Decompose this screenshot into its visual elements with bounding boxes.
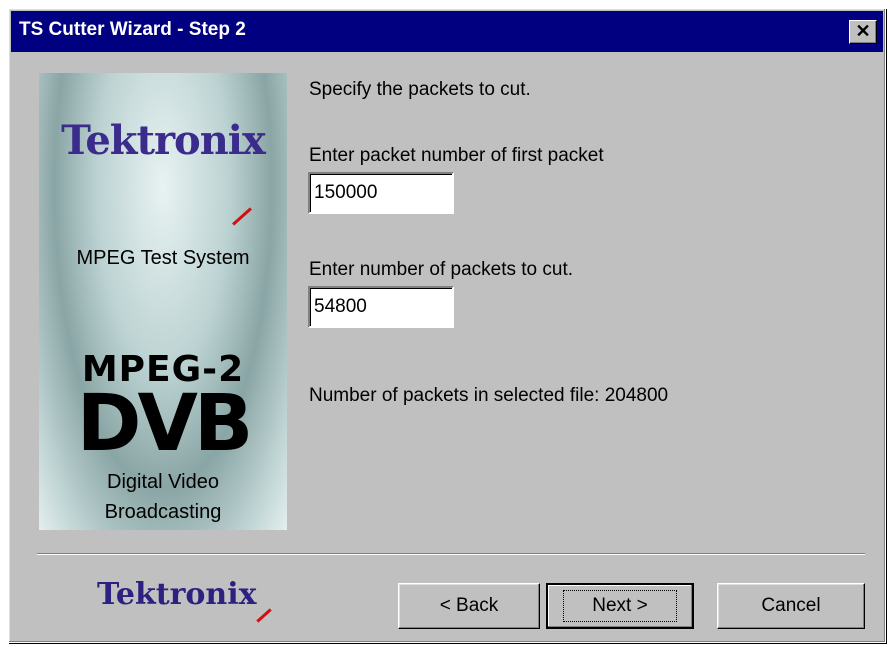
total-packets-text: Number of packets in selected file: 2048… [309,385,669,406]
packet-count-input[interactable] [308,286,454,328]
footer-tektronix-logo: Tektronix [97,577,257,612]
instruction-text: Specify the packets to cut. [309,79,531,100]
footer-logo-slash-icon [256,608,272,623]
footer-separator [37,553,865,555]
close-button[interactable]: ✕ [849,20,877,44]
close-icon: ✕ [855,21,871,41]
dvb-caption-line1: Digital Video [107,471,219,493]
first-packet-label: Enter packet number of first packet [309,145,604,166]
packet-count-label: Enter number of packets to cut. [309,259,574,280]
first-packet-input[interactable] [308,172,454,214]
dvb-caption: Digital Video Broadcasting [39,467,287,527]
product-subtitle: MPEG Test System [76,247,250,269]
tektronix-logo: Tektronix [61,117,266,164]
cancel-button[interactable]: Cancel [717,583,865,629]
title-bar[interactable]: TS Cutter Wizard - Step 2 ✕ [11,11,883,52]
next-button[interactable]: Next > [546,583,694,629]
dvb-logo: DVB [76,379,254,469]
product-banner: Tektronix MPEG Test System MPEG-2 DVB Di… [39,73,287,530]
next-button-label: Next > [563,590,677,622]
back-button[interactable]: < Back [398,583,540,629]
window-title: TS Cutter Wizard - Step 2 [19,19,246,40]
wizard-dialog: TS Cutter Wizard - Step 2 ✕ Tektronix MP… [8,8,886,643]
dvb-caption-line2: Broadcasting [104,501,222,523]
logo-slash-icon [232,207,252,226]
